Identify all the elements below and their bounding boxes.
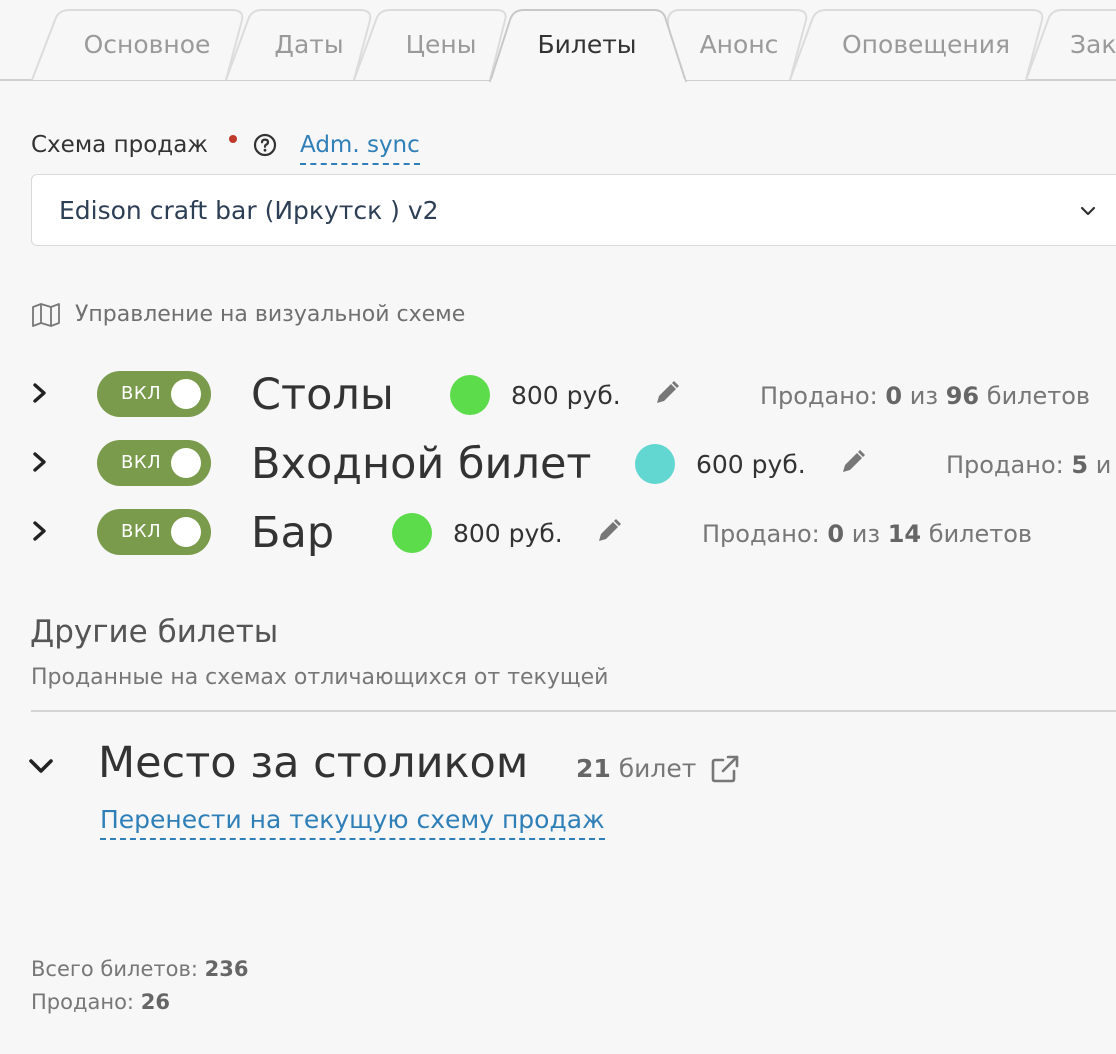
sold-of: и (1095, 451, 1112, 479)
sales-scheme-label: Схема продаж (31, 132, 209, 158)
price-title: Бар (251, 508, 335, 558)
required-indicator (229, 135, 237, 143)
sold-count: 0 (885, 382, 903, 410)
external-link-icon[interactable] (710, 754, 740, 784)
tab-orders[interactable]: Зак (1070, 28, 1116, 62)
chevron-right-icon[interactable] (30, 381, 50, 405)
move-to-current-scheme-link[interactable]: Перенести на текущую схему продаж (100, 802, 605, 840)
other-tickets-subtitle: Проданные на схемах отличающихся от теку… (31, 665, 609, 690)
tab-bar: Основное Даты Цены Билеты Анонс Оповещен… (0, 0, 1116, 82)
sold-prefix: Продано: (760, 382, 878, 410)
chevron-right-icon[interactable] (30, 519, 50, 543)
sold-total: 14 (887, 520, 922, 548)
toggle-label: ВКЛ (121, 452, 162, 473)
tab-notifications[interactable]: Оповещения (820, 28, 1032, 62)
pencil-icon[interactable] (596, 518, 622, 544)
total-sold-label: Продано: (31, 990, 135, 1014)
price-row: ВКЛ Столы 800 руб. Продано: 0 из 96 биле… (0, 363, 1116, 423)
toggle-knob (171, 379, 201, 409)
price-toggle[interactable]: ВКЛ (97, 371, 211, 417)
section-divider (31, 710, 1116, 712)
tab-dates[interactable]: Даты (246, 28, 372, 62)
ticket-count-label: билет (618, 754, 697, 783)
sold-suffix: билетов (986, 382, 1091, 410)
price-toggle[interactable]: ВКЛ (97, 440, 211, 486)
ticket-count-number: 21 (576, 754, 611, 783)
sold-of: из (909, 382, 939, 410)
price-value: 800 руб. (453, 519, 563, 548)
price-title: Столы (251, 370, 394, 420)
price-row: ВКЛ Бар 800 руб. Продано: 0 из 14 билето… (0, 501, 1116, 561)
price-value: 600 руб. (696, 450, 806, 479)
price-toggle[interactable]: ВКЛ (97, 509, 211, 555)
total-sold: Продано: 26 (31, 986, 170, 1018)
total-tickets: Всего билетов: 236 (31, 953, 248, 985)
chevron-right-icon[interactable] (30, 450, 50, 474)
sold-summary: Продано: 5 и (946, 447, 1111, 483)
other-ticket-title: Место за столиком (98, 738, 529, 788)
color-swatch (450, 375, 490, 415)
price-title: Входной билет (251, 439, 592, 489)
pencil-icon[interactable] (654, 380, 680, 406)
sold-count: 0 (827, 520, 845, 548)
sold-total: 96 (945, 382, 980, 410)
sold-prefix: Продано: (702, 520, 820, 548)
sold-count: 5 (1071, 451, 1089, 479)
sold-prefix: Продано: (946, 451, 1064, 479)
total-sold-value: 26 (140, 990, 170, 1014)
chevron-down-icon[interactable] (28, 756, 54, 776)
sales-scheme-value: Edison craft bar (Иркутск ) v2 (59, 196, 439, 225)
toggle-label: ВКЛ (121, 383, 162, 404)
toggle-knob (171, 517, 201, 547)
other-ticket-count: 21 билет (576, 752, 696, 786)
toggle-label: ВКЛ (121, 521, 162, 542)
tab-main[interactable]: Основное (64, 28, 230, 62)
other-tickets-heading: Другие билеты (30, 614, 279, 650)
sold-suffix: билетов (928, 520, 1033, 548)
total-tickets-label: Всего билетов: (31, 957, 198, 981)
question-circle-icon[interactable] (253, 133, 277, 157)
color-swatch (635, 444, 675, 484)
toggle-knob (171, 448, 201, 478)
sold-of: из (851, 520, 881, 548)
visual-scheme-label: Управление на визуальной схеме (75, 302, 466, 327)
chevron-down-icon (1080, 206, 1096, 216)
adm-sync-link[interactable]: Adm. sync (300, 127, 420, 165)
map-icon (32, 303, 60, 327)
total-tickets-value: 236 (204, 957, 249, 981)
color-swatch (392, 513, 432, 553)
sold-summary: Продано: 0 из 14 билетов (702, 516, 1032, 552)
price-row: ВКЛ Входной билет 600 руб. Продано: 5 и (0, 432, 1116, 492)
price-value: 800 руб. (511, 381, 621, 410)
tab-tickets[interactable]: Билеты (512, 28, 662, 62)
sales-scheme-select[interactable]: Edison craft bar (Иркутск ) v2 (31, 174, 1116, 246)
pencil-icon[interactable] (840, 449, 866, 475)
tab-prices[interactable]: Цены (374, 28, 508, 62)
tab-announce[interactable]: Анонс (678, 28, 800, 62)
sold-summary: Продано: 0 из 96 билетов (760, 378, 1090, 414)
